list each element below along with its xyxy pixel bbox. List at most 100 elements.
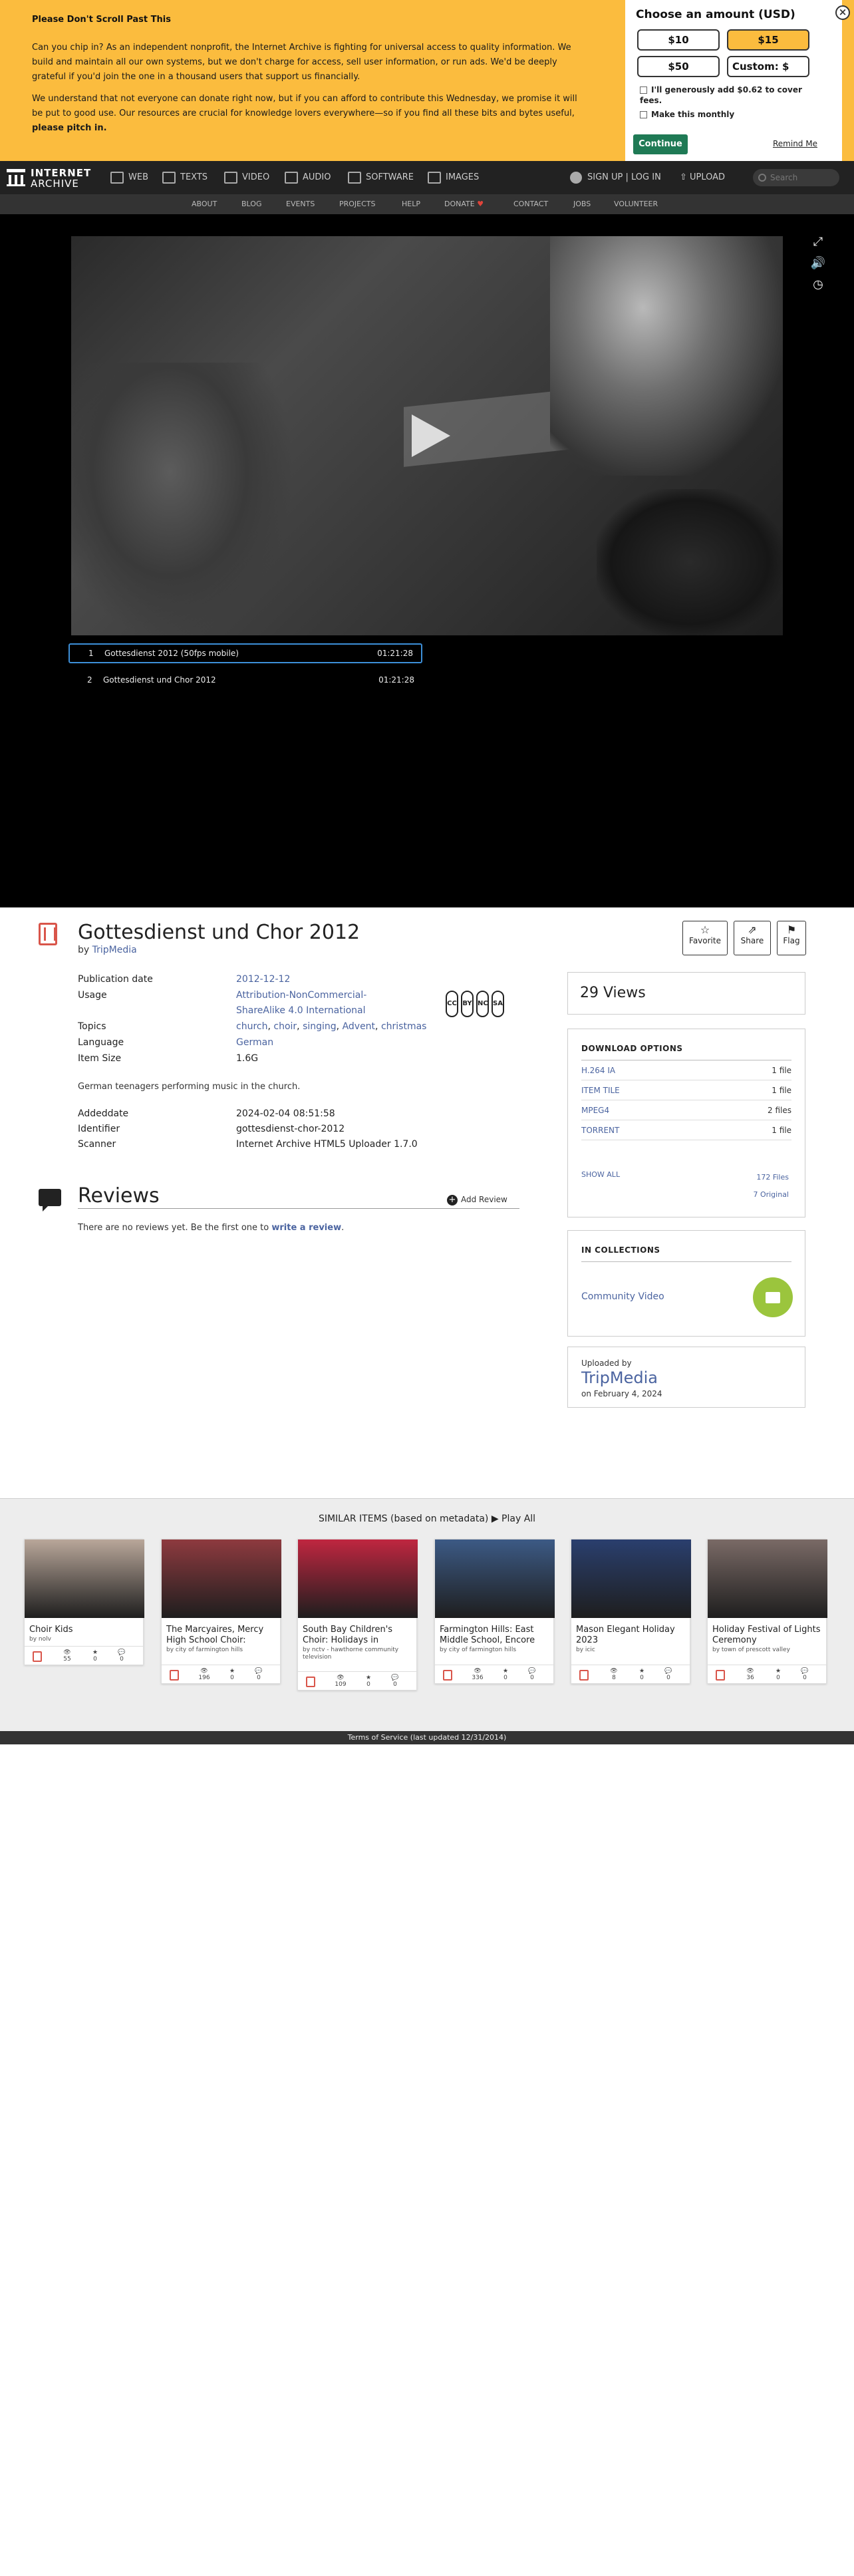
reviews-heading: Reviews <box>78 1184 160 1208</box>
pubdate-link[interactable]: 2012-12-12 <box>236 974 290 985</box>
signup-login-link[interactable]: SIGN UP | LOG IN <box>570 170 661 185</box>
amount-15-button[interactable]: $15 <box>727 29 809 51</box>
item-title[interactable]: Holiday Festival of Lights Ceremony <box>712 1625 823 1646</box>
uploader-link[interactable]: TripMedia <box>581 1368 658 1387</box>
original-files-link[interactable]: 7 Original <box>753 1190 789 1199</box>
views-value: 109 <box>335 1681 347 1688</box>
play-all-icon[interactable]: ▶ <box>492 1514 499 1524</box>
volume-icon[interactable]: 🔊 <box>810 255 826 271</box>
reviews-value: 0 <box>803 1675 807 1681</box>
cc-license-icons[interactable]: CC BY NC SA <box>446 991 507 1017</box>
nav-video[interactable]: VIDEO <box>224 170 269 185</box>
meta-key: Usage <box>78 990 107 1001</box>
download-row[interactable]: TORRENT 1 file <box>581 1120 791 1140</box>
topic-link[interactable]: Advent <box>343 1021 375 1032</box>
subnav-donate[interactable]: DONATE ♥ <box>444 194 484 214</box>
archive-logo[interactable]: INTERNET ARCHIVE <box>7 166 93 190</box>
subnav-volunteer[interactable]: VOLUNTEER <box>614 194 658 214</box>
search-input[interactable]: Search <box>753 169 839 186</box>
language-link[interactable]: German <box>236 1037 273 1048</box>
playlist-item[interactable]: 2 Gottesdienst und Chor 2012 01:21:28 <box>69 670 422 690</box>
item-thumbnail[interactable] <box>708 1539 827 1618</box>
play-all-link[interactable]: Play All <box>501 1514 535 1524</box>
license-link-line-2[interactable]: ShareAlike 4.0 International <box>236 1005 366 1016</box>
download-format[interactable]: ITEM TILE <box>581 1080 620 1100</box>
upload-link[interactable]: ⇧ UPLOAD <box>680 170 725 185</box>
monthly-box[interactable] <box>640 111 647 118</box>
flag-button[interactable]: ⚑ Flag <box>777 921 806 955</box>
item-thumbnail[interactable] <box>435 1539 555 1618</box>
write-review-link[interactable]: write a review <box>271 1223 341 1233</box>
topic-link[interactable]: singing <box>303 1021 337 1032</box>
monthly-checkbox[interactable]: Make this monthly <box>640 110 734 119</box>
item-stats: 👁 36 ★ 0 💬 0 <box>708 1665 827 1685</box>
playlist-item-number: 2 <box>87 675 92 685</box>
item-byline: by TripMedia <box>78 945 137 955</box>
continue-button[interactable]: Continue <box>633 134 688 154</box>
nav-web[interactable]: WEB <box>110 170 148 185</box>
item-title[interactable]: Farmington Hills: East Middle School, En… <box>440 1625 550 1646</box>
item-thumbnail[interactable] <box>25 1539 144 1618</box>
cover-fees-box[interactable] <box>640 86 647 94</box>
item-thumbnail[interactable] <box>571 1539 691 1618</box>
nav-audio[interactable]: AUDIO <box>285 170 331 185</box>
remind-me-link[interactable]: Remind Me <box>773 139 817 148</box>
subnav-blog[interactable]: BLOG <box>241 194 261 214</box>
item-title[interactable]: Choir Kids <box>29 1625 140 1635</box>
subnav-contact[interactable]: CONTACT <box>513 194 548 214</box>
nav-images[interactable]: IMAGES <box>428 170 479 185</box>
subnav-projects[interactable]: PROJECTS <box>339 194 376 214</box>
nav-texts[interactable]: TEXTS <box>162 170 208 185</box>
similar-item-card[interactable]: The Marcyaires, Mercy High School Choir:… <box>161 1539 281 1684</box>
download-row[interactable]: MPEG4 2 files <box>581 1100 791 1120</box>
amount-50-button[interactable]: $50 <box>637 56 720 77</box>
download-format[interactable]: MPEG4 <box>581 1100 609 1120</box>
favorite-button[interactable]: ☆ Favorite <box>682 921 728 955</box>
playlist-item[interactable]: 1 Gottesdienst 2012 (50fps mobile) 01:21… <box>69 643 422 663</box>
share-label: Share <box>740 936 764 945</box>
speed-icon[interactable]: ◷ <box>810 277 826 293</box>
subnav-help[interactable]: HELP <box>402 194 420 214</box>
similar-item-card[interactable]: Holiday Festival of Lights Ceremony by to… <box>707 1539 827 1684</box>
views-value: 196 <box>198 1675 210 1681</box>
topic-link[interactable]: christmas <box>381 1021 427 1032</box>
download-row[interactable]: ITEM TILE 1 file <box>581 1080 791 1100</box>
play-icon[interactable] <box>412 414 450 457</box>
nav-texts-label: TEXTS <box>180 172 208 182</box>
video-player[interactable] <box>71 236 783 635</box>
subnav-events[interactable]: EVENTS <box>286 194 315 214</box>
item-title[interactable]: Mason Elegant Holiday 2023 <box>576 1625 686 1646</box>
download-format[interactable]: H.264 IA <box>581 1060 615 1080</box>
subnav-about[interactable]: ABOUT <box>192 194 217 214</box>
item-thumbnail[interactable] <box>298 1539 418 1618</box>
item-thumbnail[interactable] <box>162 1539 281 1618</box>
custom-amount-input[interactable]: Custom: $ <box>727 56 809 77</box>
playlist-item-duration: 01:21:28 <box>378 675 414 685</box>
nav-software[interactable]: SOFTWARE <box>348 170 414 185</box>
monthly-label: Make this monthly <box>651 110 735 119</box>
fullscreen-icon[interactable]: ⤢ <box>810 234 826 250</box>
amount-10-button[interactable]: $10 <box>637 29 720 51</box>
download-row[interactable]: H.264 IA 1 file <box>581 1060 791 1080</box>
creator-link[interactable]: TripMedia <box>92 945 137 955</box>
item-title[interactable]: South Bay Children's Choir: Holidays in <box>303 1625 413 1646</box>
similar-item-card[interactable]: Mason Elegant Holiday 2023 by icic 👁 8 ★ 0 💬 0 <box>571 1539 691 1684</box>
cover-fees-checkbox[interactable]: I'll generously add $0.62 to cover fees. <box>640 84 819 106</box>
subnav-jobs[interactable]: JOBS <box>573 194 591 214</box>
download-format[interactable]: TORRENT <box>581 1120 619 1140</box>
terms-footer[interactable]: Terms of Service (last updated 12/31/201… <box>0 1731 854 1744</box>
topic-link[interactable]: church <box>236 1021 267 1032</box>
similar-item-card[interactable]: South Bay Children's Choir: Holidays in b… <box>297 1539 418 1690</box>
license-link-line-1[interactable]: Attribution-NonCommercial- <box>236 990 366 1001</box>
add-review-button[interactable]: + Add Review <box>447 1195 507 1206</box>
share-button[interactable]: ⇗ Share <box>734 921 771 955</box>
total-files-link[interactable]: 172 Files <box>756 1173 789 1182</box>
show-all-link[interactable]: SHOW ALL <box>581 1170 620 1179</box>
close-icon[interactable]: × <box>835 5 850 20</box>
topic-link[interactable]: choir <box>273 1021 297 1032</box>
collection-link[interactable]: Community Video <box>581 1291 664 1302</box>
similar-item-card[interactable]: Choir Kids by nolv 👁 55 ★ 0 💬 0 <box>24 1539 144 1665</box>
community-video-icon[interactable] <box>753 1277 793 1317</box>
similar-item-card[interactable]: Farmington Hills: East Middle School, En… <box>434 1539 555 1684</box>
item-title[interactable]: The Marcyaires, Mercy High School Choir: <box>166 1625 277 1646</box>
